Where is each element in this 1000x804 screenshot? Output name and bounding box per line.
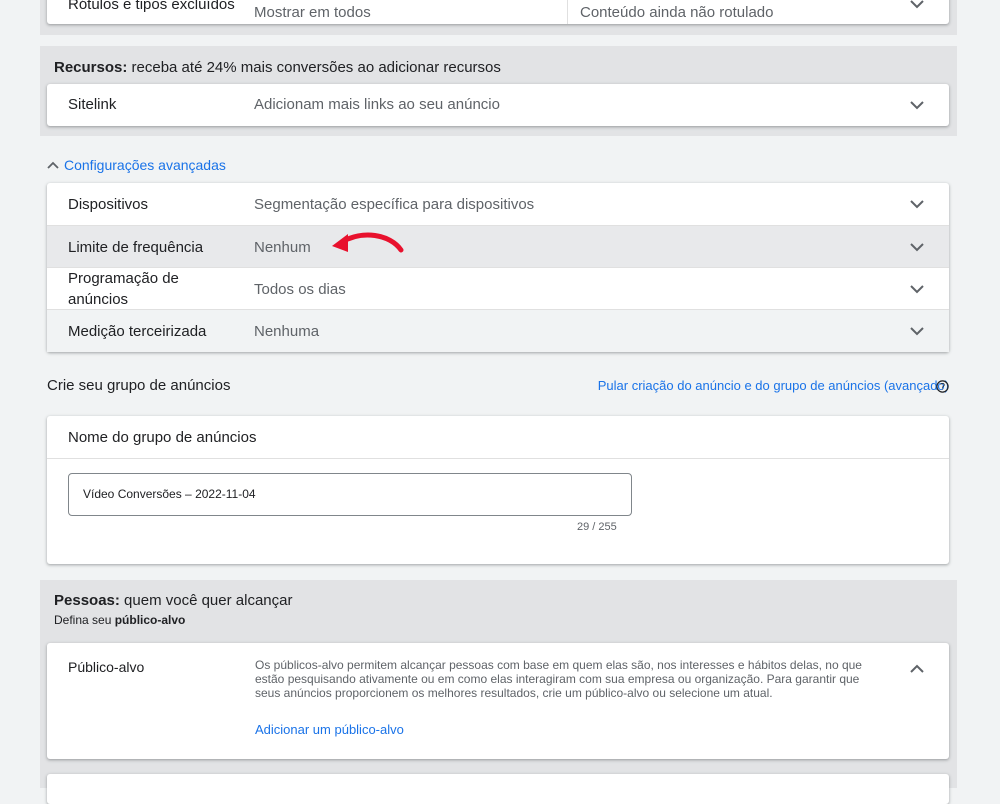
setting-row-ad-schedule[interactable]: Programação de anúncios Todos os dias bbox=[47, 267, 949, 310]
chevron-up-icon bbox=[46, 158, 60, 172]
sitelink-value: Adicionam mais links ao seu anúncio bbox=[254, 96, 500, 113]
add-audience-link[interactable]: Adicionar um público-alvo bbox=[255, 722, 404, 737]
chevron-down-icon[interactable] bbox=[909, 323, 925, 339]
audience-description: Os públicos-alvo permitem alcançar pesso… bbox=[255, 658, 862, 700]
chevron-down-icon[interactable] bbox=[909, 97, 925, 113]
column-divider bbox=[567, 0, 568, 24]
exclusions-label: Rótulos e tipos excluídos bbox=[68, 0, 235, 13]
advanced-settings-card: Dispositivos Segmentação específica para… bbox=[47, 183, 949, 352]
setting-row-third-party[interactable]: Medição terceirizada Nenhuma bbox=[47, 309, 949, 352]
card-divider bbox=[47, 458, 949, 459]
ad-group-name-value: Vídeo Conversões – 2022-11-04 bbox=[83, 487, 256, 501]
ad-group-name-card: Nome do grupo de anúncios Vídeo Conversõ… bbox=[47, 416, 949, 564]
ad-group-name-input[interactable]: Vídeo Conversões – 2022-11-04 bbox=[68, 473, 632, 516]
exclusions-value: Mostrar em todos bbox=[254, 4, 371, 21]
help-icon[interactable]: ? bbox=[936, 380, 949, 393]
setting-label: Dispositivos bbox=[68, 195, 149, 213]
sitelink-card[interactable]: Sitelink Adicionam mais links ao seu anú… bbox=[47, 84, 949, 126]
next-card bbox=[47, 774, 949, 804]
skip-creation-link-label: Pular criação do anúncio e do grupo de a… bbox=[597, 378, 949, 393]
setting-row-devices[interactable]: Dispositivos Segmentação específica para… bbox=[47, 183, 949, 225]
audience-label: Público-alvo bbox=[68, 659, 145, 675]
chevron-up-icon[interactable] bbox=[909, 661, 925, 677]
chevron-down-icon[interactable] bbox=[909, 239, 925, 255]
setting-label: Medição terceirizada bbox=[68, 322, 207, 340]
setting-label: Limite de frequência bbox=[68, 238, 204, 256]
chevron-down-icon[interactable] bbox=[909, 0, 925, 12]
exclusions-card[interactable]: Rótulos e tipos excluídos Mostrar em tod… bbox=[47, 0, 949, 24]
setting-value: Nenhuma bbox=[254, 322, 320, 340]
audience-card: Público-alvo Os públicos-alvo permitem a… bbox=[47, 643, 949, 759]
advanced-settings-label: Configurações avançadas bbox=[64, 157, 226, 173]
char-count: 29 / 255 bbox=[577, 521, 617, 533]
exclusions-value-2: Conteúdo ainda não rotulado bbox=[580, 4, 774, 21]
annotation-arrow-icon bbox=[332, 232, 404, 253]
svg-text:?: ? bbox=[940, 382, 945, 392]
people-title: Pessoas: quem você quer alcançar bbox=[54, 592, 293, 609]
chevron-down-icon[interactable] bbox=[909, 196, 925, 212]
advanced-settings-toggle[interactable]: Configurações avançadas bbox=[46, 157, 226, 173]
sitelink-label: Sitelink bbox=[68, 96, 117, 113]
skip-creation-link[interactable]: Pular criação do anúncio e do grupo de a… bbox=[598, 378, 949, 393]
setting-label: Programação de anúncios bbox=[68, 270, 179, 308]
setting-value: Nenhum bbox=[254, 238, 311, 256]
people-subtitle: Defina seu público-alvo bbox=[54, 613, 186, 627]
chevron-down-icon[interactable] bbox=[909, 281, 925, 297]
resources-title: Recursos: receba até 24% mais conversões… bbox=[54, 59, 501, 76]
setting-value: Segmentação específica para dispositivos bbox=[254, 195, 535, 213]
ad-group-name-title: Nome do grupo de anúncios bbox=[68, 429, 257, 446]
setting-row-frequency-cap[interactable]: Limite de frequência Nenhum bbox=[47, 225, 949, 268]
setting-value: Todos os dias bbox=[254, 280, 346, 298]
ad-group-heading: Crie seu grupo de anúncios bbox=[47, 377, 231, 394]
